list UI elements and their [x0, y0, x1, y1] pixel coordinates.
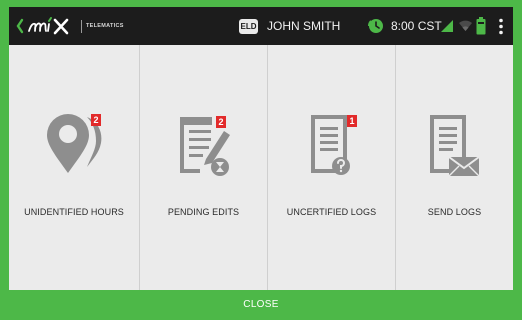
battery-icon	[476, 17, 486, 35]
screen: TELEMATICS ELD JOHN SMITH 8:00 CST 2 UNI…	[0, 7, 522, 320]
driver-name[interactable]: JOHN SMITH	[267, 19, 340, 34]
wifi-icon	[459, 20, 472, 31]
tile-label: PENDING EDITS	[167, 207, 240, 217]
count-badge: 2	[216, 116, 226, 128]
tile-unidentified-hours[interactable]: 2 UNIDENTIFIED HOURS	[9, 45, 139, 290]
tile-send-logs[interactable]: SEND LOGS	[395, 45, 513, 290]
count-badge: 2	[91, 114, 101, 126]
brand: TELEMATICS	[15, 15, 124, 37]
back-icon[interactable]	[15, 16, 25, 36]
tile-label: UNCERTIFIED LOGS	[286, 207, 377, 217]
document-envelope-icon	[429, 115, 480, 177]
clock-icon[interactable]	[366, 17, 385, 35]
brand-subtitle: TELEMATICS	[86, 23, 124, 29]
device-frame: TELEMATICS ELD JOHN SMITH 8:00 CST 2 UNI…	[0, 0, 522, 320]
mix-logo	[28, 17, 69, 35]
status-bar: TELEMATICS ELD JOHN SMITH 8:00 CST	[9, 7, 513, 45]
eld-badge[interactable]: ELD	[239, 19, 258, 34]
clock-time: 8:00 CST	[391, 19, 442, 33]
overflow-menu-icon[interactable]	[498, 18, 504, 35]
tile-uncertified-logs[interactable]: 1 UNCERTIFIED LOGS	[267, 45, 395, 290]
brand-divider	[81, 19, 82, 33]
tile-pending-edits[interactable]: 2 PENDING EDITS	[139, 45, 267, 290]
close-button[interactable]: CLOSE	[0, 290, 522, 320]
cellular-signal-icon	[441, 20, 453, 32]
count-badge: 1	[347, 115, 357, 127]
tile-label: UNIDENTIFIED HOURS	[24, 207, 124, 217]
tile-label: SEND LOGS	[427, 207, 482, 217]
tile-grid: 2 UNIDENTIFIED HOURS 2 PENDING EDITS 1 U…	[9, 45, 513, 290]
